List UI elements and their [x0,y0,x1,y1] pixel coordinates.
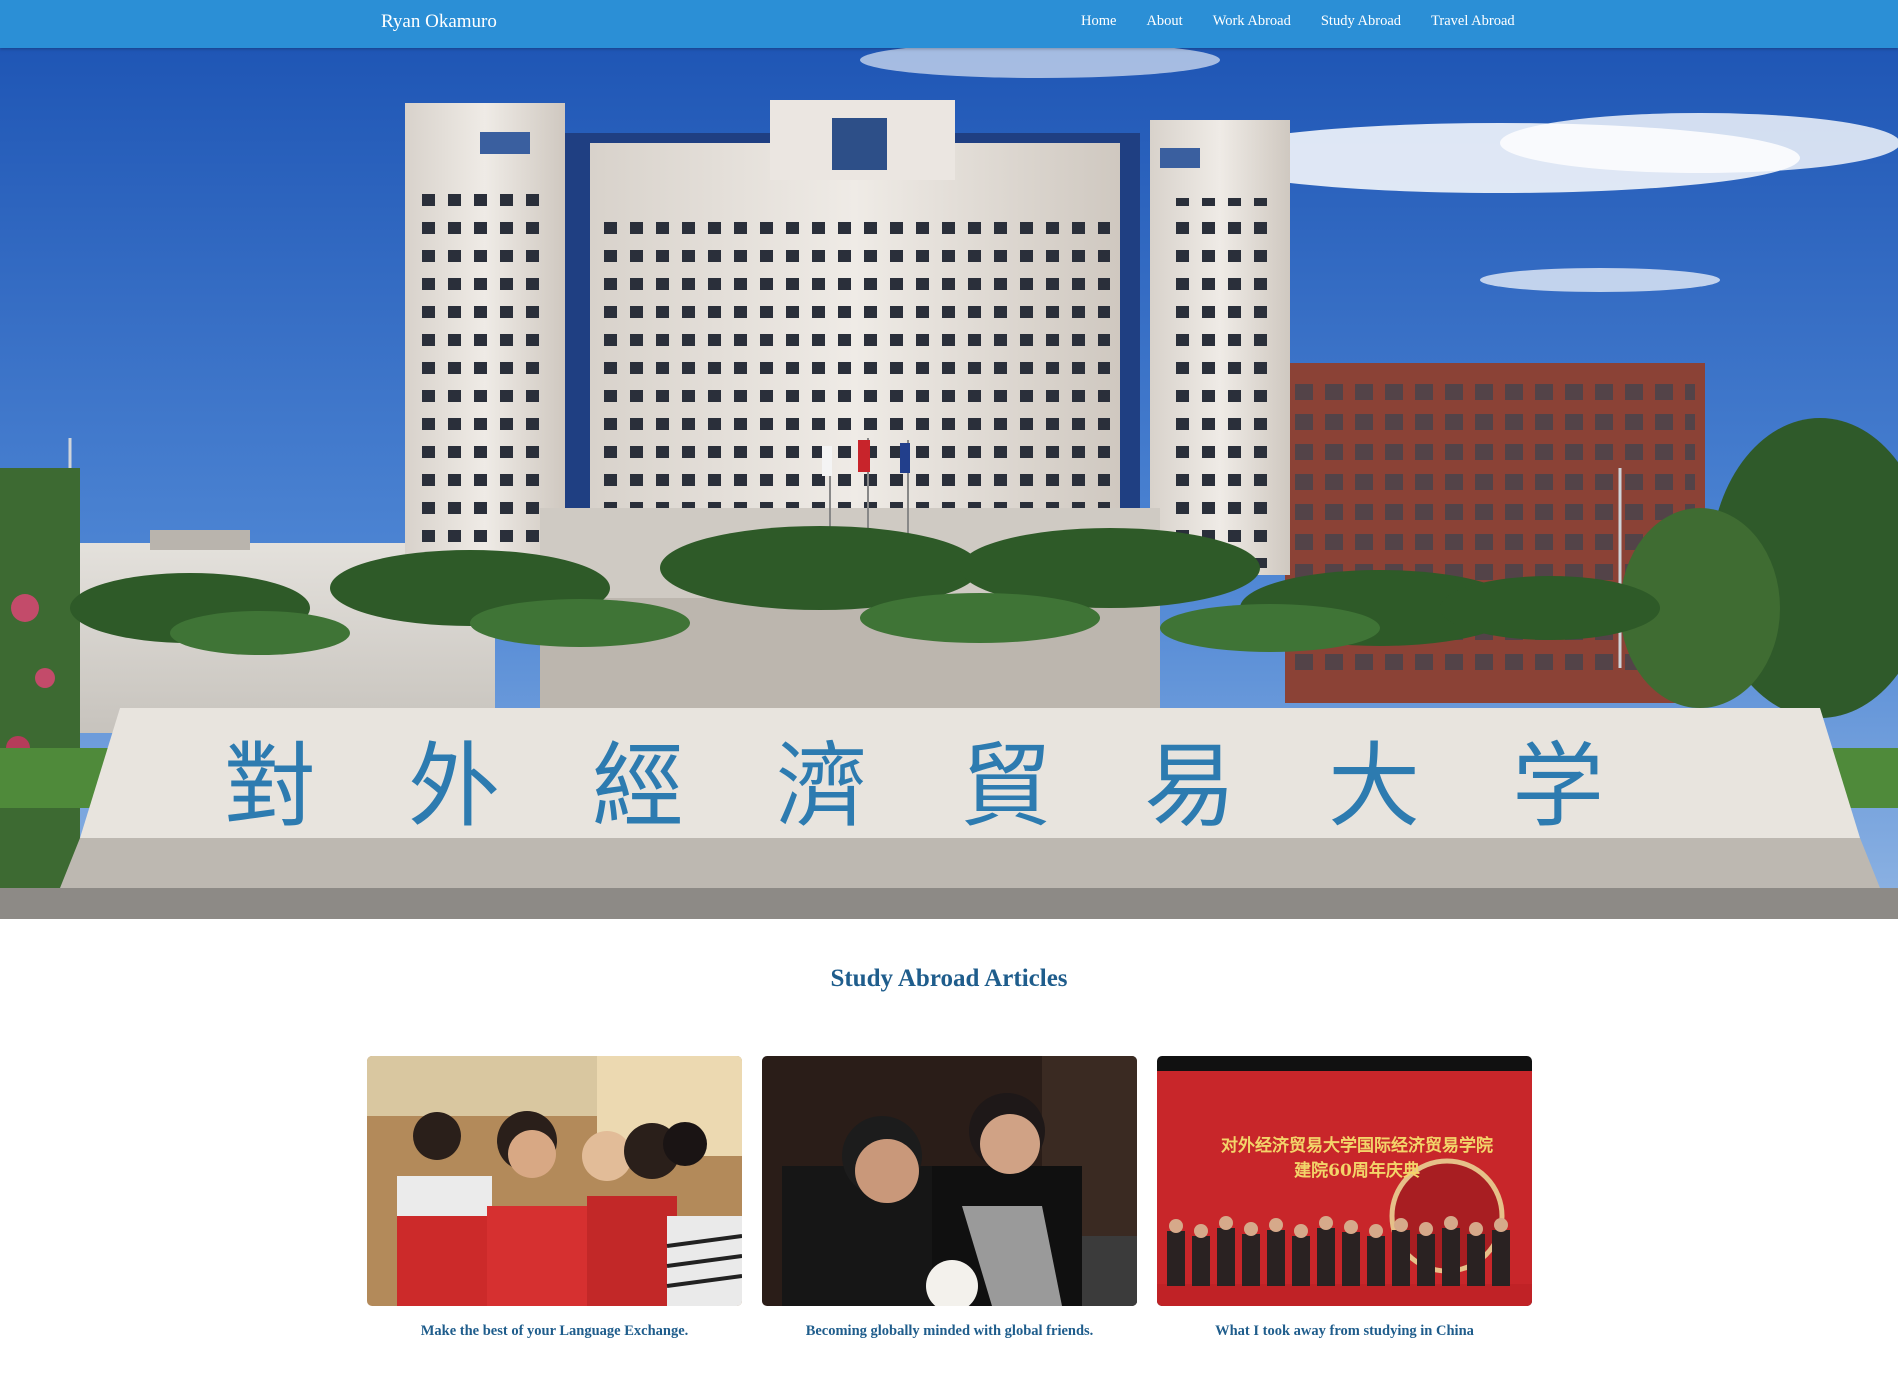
article-card: Make the best of your Language Exchange. [367,1056,742,1340]
nav-work-abroad[interactable]: Work Abroad [1213,13,1291,30]
main-nav: Home About Work Abroad Study Abroad Trav… [1081,13,1515,30]
brand-link[interactable]: Ryan Okamuro [381,11,497,33]
article-caption-link[interactable]: What I took away from studying in China [1157,1323,1532,1340]
banner-line-1: 对外经济贸易大学国际经济贸易学院 [1221,1135,1493,1156]
nav-travel-abroad[interactable]: Travel Abroad [1431,13,1515,30]
article-caption-link[interactable]: Becoming globally minded with global fri… [762,1323,1137,1340]
article-card: 对外经济贸易大学国际经济贸易学院 建院60周年庆典 What I took aw… [1157,1056,1532,1340]
hero-image: 對外經濟貿易大学 [0,48,1898,919]
global-friends-photo [762,1056,1137,1306]
article-caption-link[interactable]: Make the best of your Language Exchange. [367,1323,742,1340]
article-image-link[interactable] [762,1056,1137,1306]
sign-text: 對外經濟貿易大学 [224,733,1696,840]
top-navbar: Ryan Okamuro Home About Work Abroad Stud… [0,0,1898,48]
anniversary-celebration-photo: 对外经济贸易大学国际经济贸易学院 建院60周年庆典 [1157,1056,1532,1306]
nav-about[interactable]: About [1146,13,1182,30]
section-title: Study Abroad Articles [830,965,1068,992]
article-image-link[interactable]: 对外经济贸易大学国际经济贸易学院 建院60周年庆典 [1157,1056,1532,1306]
nav-home[interactable]: Home [1081,13,1116,30]
language-exchange-photo [367,1056,742,1306]
article-card: Becoming globally minded with global fri… [762,1056,1137,1340]
banner-line-2: 建院60周年庆典 [1294,1160,1420,1181]
article-image-link[interactable] [367,1056,742,1306]
nav-study-abroad[interactable]: Study Abroad [1321,13,1401,30]
